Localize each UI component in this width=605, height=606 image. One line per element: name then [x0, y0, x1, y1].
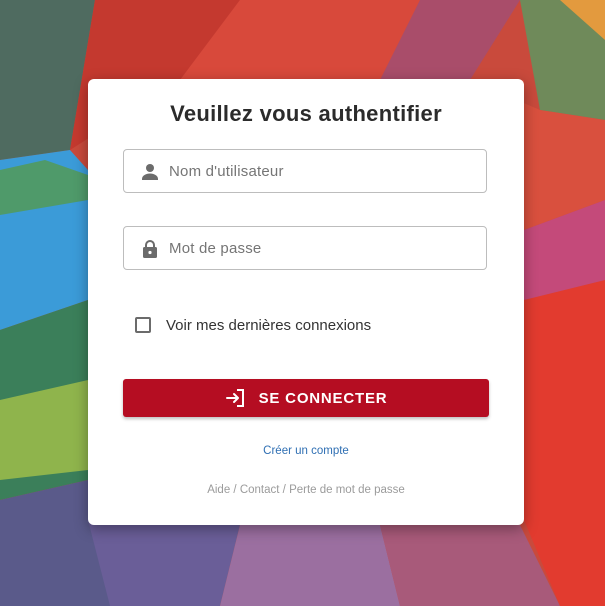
remember-label: Voir mes dernières connexions: [166, 317, 372, 334]
lock-icon: [140, 239, 160, 259]
login-icon: [225, 387, 247, 409]
login-button-label: SE CONNECTER: [258, 389, 388, 407]
password-field[interactable]: Mot de passe: [123, 226, 487, 270]
person-icon: [140, 162, 160, 182]
footer-links: Aide / Contact / Perte de mot de passe: [88, 484, 524, 496]
page-title: Veuillez vous authentifier: [170, 101, 442, 126]
separator: /: [230, 484, 240, 496]
contact-link[interactable]: Contact: [240, 484, 280, 496]
login-card: Veuillez vous authentifier Nom d'utilisa…: [88, 79, 524, 525]
lost-password-link[interactable]: Perte de mot de passe: [289, 484, 405, 496]
username-field[interactable]: Nom d'utilisateur: [123, 149, 487, 193]
create-account-link[interactable]: Créer un compte: [88, 445, 524, 457]
password-placeholder: Mot de passe: [169, 240, 262, 257]
help-link[interactable]: Aide: [207, 484, 230, 496]
login-button[interactable]: SE CONNECTER: [123, 379, 489, 417]
username-placeholder: Nom d'utilisateur: [169, 163, 284, 180]
remember-checkbox[interactable]: [135, 317, 151, 333]
separator: /: [279, 484, 290, 496]
